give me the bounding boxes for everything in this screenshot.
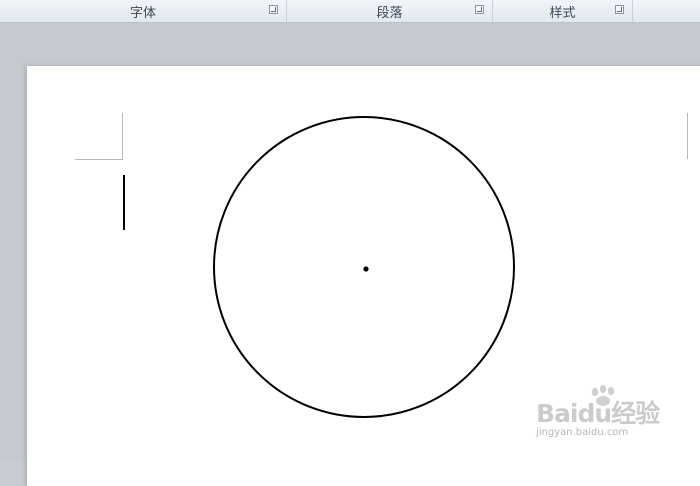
watermark: Baidu经验 jingyan.baidu.com xyxy=(536,384,666,444)
watermark-logo: Baidu经验 xyxy=(536,399,660,428)
watermark-site: jingyan.baidu.com xyxy=(536,427,629,438)
circle-center-dot xyxy=(363,266,369,272)
circle-shape[interactable] xyxy=(213,116,515,418)
